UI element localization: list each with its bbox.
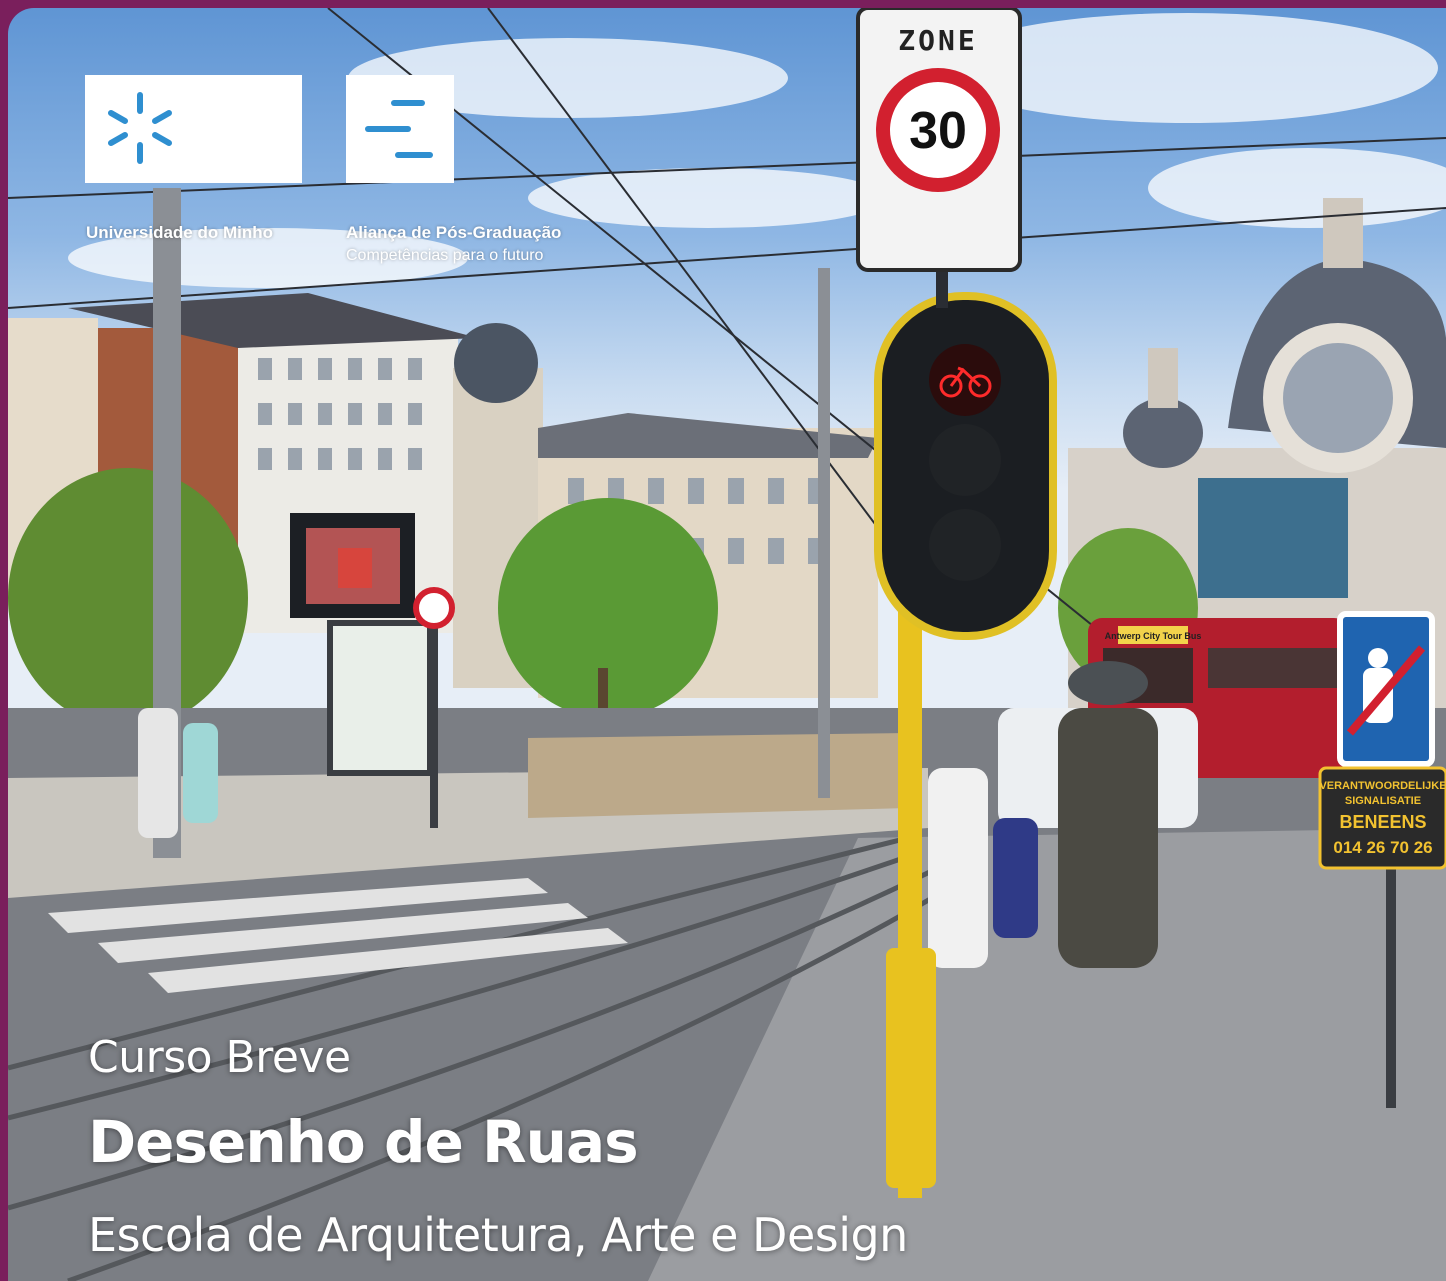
- uminho-name: Universidade do Minho: [86, 223, 274, 242]
- pole-middle: [818, 268, 830, 798]
- street-photo: ZONE 30 Antwerp City Tour Bus VERANTWOOR…: [8, 8, 1446, 1281]
- uminho-star-icon: [108, 92, 172, 164]
- ground: [8, 708, 1446, 1281]
- apg-tagline: Competências para o futuro: [346, 247, 544, 264]
- street-scene-illustration: [8, 8, 1446, 1281]
- apg-name: Aliança de Pós-Graduação: [346, 223, 562, 242]
- apg-lines-icon: [365, 100, 433, 158]
- zone-30-sign: [856, 8, 1022, 308]
- apg-logo: [346, 75, 454, 183]
- page-frame: ZONE 30 Antwerp City Tour Bus VERANTWOOR…: [0, 0, 1446, 1281]
- course-title: Desenho de Ruas: [88, 1108, 639, 1176]
- course-type: Curso Breve: [88, 1032, 351, 1083]
- school-name: Escola de Arquitetura, Arte e Design: [88, 1208, 908, 1262]
- pedestrian-zone-end-sign: [1337, 611, 1435, 767]
- uminho-logo: [85, 75, 302, 183]
